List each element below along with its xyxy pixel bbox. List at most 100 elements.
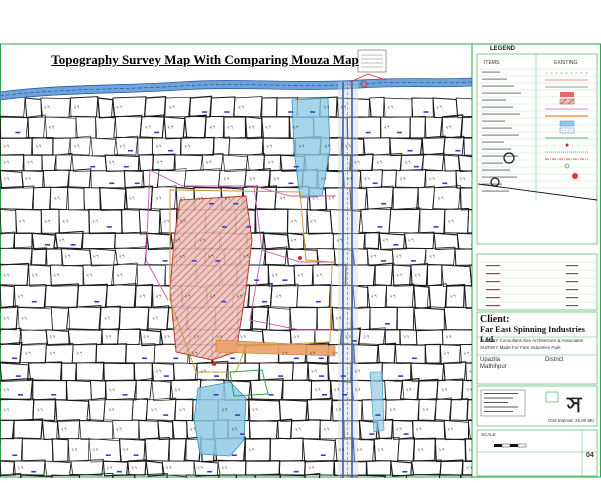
survey-note-mark <box>484 393 518 394</box>
plot-boundary <box>413 306 447 332</box>
plot-area-mark <box>106 226 112 228</box>
plot-number-mark: ২৭ <box>174 387 181 393</box>
plot-area-mark <box>413 165 419 168</box>
plot-area-mark <box>268 394 274 396</box>
plot-number-mark: ২৭ <box>363 334 370 340</box>
plot-number-mark: ২৭ <box>346 176 353 182</box>
plot-number-mark: ২৭ <box>151 407 158 413</box>
plot-number-mark: ২৭ <box>293 334 300 340</box>
legend-item-mark <box>482 106 513 108</box>
plot-number-mark: ২৭ <box>395 254 402 260</box>
plot-area-mark <box>411 357 417 360</box>
plot-boundary <box>174 154 204 172</box>
plot-boundary <box>388 207 421 234</box>
plot-number-mark: ২৭ <box>123 447 130 453</box>
plot-number-mark: ২৭ <box>390 294 397 300</box>
plot-area-mark <box>231 454 237 456</box>
plot-number-mark: ২৭ <box>49 351 56 357</box>
plot-number-mark: ২৭ <box>310 219 317 225</box>
plot-area-mark <box>207 470 213 473</box>
plot-number-mark: ২৭ <box>448 219 455 225</box>
plot-boundary <box>41 154 57 172</box>
plot-number-mark: ২৭ <box>463 351 470 357</box>
plot-area-mark <box>396 131 402 134</box>
plot-number-mark: ২৭ <box>429 176 436 182</box>
sheet-number: 04 <box>586 452 594 459</box>
legend-item-mark <box>482 134 519 136</box>
plot-boundary <box>248 420 280 440</box>
plot-area-mark <box>31 300 37 303</box>
plot-boundary <box>42 169 70 189</box>
plot-area-mark <box>163 375 169 377</box>
plot-boundary <box>11 418 44 440</box>
plot-boundary <box>469 264 472 288</box>
plot-area-mark <box>288 182 294 185</box>
plot-boundary <box>433 397 452 421</box>
plot-area-mark <box>342 394 347 396</box>
plot-boundary <box>442 135 465 156</box>
plot-number-mark: ২৭ <box>157 160 164 166</box>
plot-area-mark <box>319 375 324 377</box>
river-symbol-icon <box>559 127 575 134</box>
plot-number-mark: ২৭ <box>49 334 56 340</box>
plot-area-mark <box>162 260 168 262</box>
plot-boundary <box>381 169 397 189</box>
plot-boundary <box>278 399 310 422</box>
plot-boundary <box>136 264 167 287</box>
plot-number-mark: ২৭ <box>298 143 305 149</box>
plot-boundary <box>22 438 53 462</box>
plot-boundary <box>289 306 318 331</box>
plot-area-mark <box>293 165 299 168</box>
area-cell-mark <box>566 265 578 267</box>
plot-number-mark: ২৭ <box>209 125 216 131</box>
plot-number-mark: ২৭ <box>387 104 394 110</box>
plot-number-mark: ২৭ <box>221 407 228 413</box>
plot-number-mark: ২৭ <box>446 334 453 340</box>
plot-boundary <box>168 438 187 462</box>
survey-point-icon <box>298 256 302 260</box>
plot-boundary <box>52 137 71 156</box>
plot-number-mark: ২৭ <box>236 294 243 300</box>
plot-boundary <box>244 460 281 476</box>
plot-area-mark <box>18 394 23 396</box>
plot-number-mark: ২৭ <box>3 143 10 149</box>
area-cell-mark <box>566 273 578 275</box>
plot-boundary <box>411 97 434 118</box>
plot-number-mark: ২৭ <box>155 294 162 300</box>
plot-number-mark: ২৭ <box>59 238 66 244</box>
plot-boundary <box>376 342 397 364</box>
plot-area-mark <box>123 165 129 168</box>
plot-number-mark: ২৭ <box>3 160 10 166</box>
plot-number-mark: ২৭ <box>155 369 162 375</box>
plot-number-mark: ২৭ <box>216 334 223 340</box>
plot-number-mark: ২৭ <box>332 351 339 357</box>
plot-number-mark: ২৭ <box>291 219 298 225</box>
plot-number-mark: ২৭ <box>466 465 473 471</box>
plot-boundary <box>32 379 68 401</box>
plot-boundary <box>146 232 174 251</box>
plot-boundary <box>66 304 102 331</box>
plot-number-mark: ২৭ <box>164 334 171 340</box>
plot-area-mark <box>410 260 416 262</box>
plot-number-mark: ২৭ <box>466 387 473 393</box>
plot-boundary <box>13 232 33 250</box>
plot-area-mark <box>191 260 197 262</box>
legend-item-mark <box>482 120 505 122</box>
plot-number-mark: ২৭ <box>152 316 159 322</box>
plot-number-mark: ২৭ <box>416 427 423 433</box>
plot-number-mark: ২৭ <box>179 407 186 413</box>
plot-number-mark: ২৭ <box>389 407 396 413</box>
river <box>0 77 472 101</box>
area-table <box>476 253 598 311</box>
legend-table <box>476 53 598 245</box>
plot-area-mark <box>116 470 122 473</box>
plot-boundary <box>415 329 444 346</box>
plot-boundary <box>460 115 472 139</box>
legend-item-mark <box>482 176 517 178</box>
legend-item-mark <box>482 169 510 171</box>
plot-area-mark <box>15 131 21 134</box>
plot-number-mark: ২৭ <box>291 238 298 244</box>
pond-symbol-icon <box>559 120 575 127</box>
plot-number-mark: ২৭ <box>169 104 176 110</box>
location-circle-icon <box>503 152 515 164</box>
